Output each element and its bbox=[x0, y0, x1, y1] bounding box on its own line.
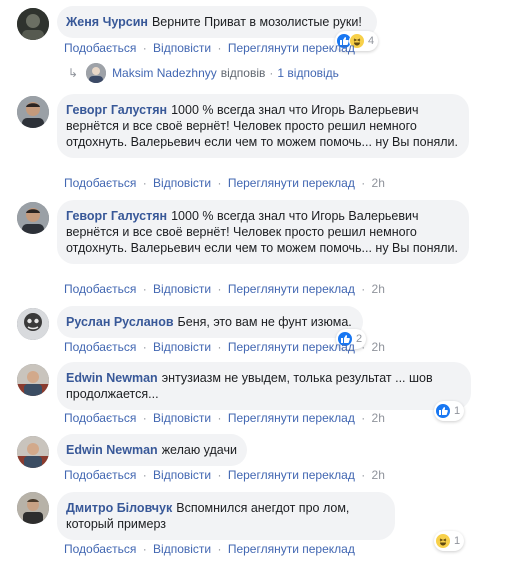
translate-link[interactable]: Переглянути переклад bbox=[228, 542, 355, 556]
like-link[interactable]: Подобається bbox=[64, 340, 136, 354]
comment-text: желаю удачи bbox=[161, 443, 237, 457]
reply-link[interactable]: Відповісти bbox=[153, 176, 211, 190]
comment-author[interactable]: Edwin Newman bbox=[66, 443, 158, 457]
comment-author[interactable]: Женя Чурсин bbox=[66, 15, 148, 29]
reply-verb: відповів bbox=[220, 66, 266, 80]
reactions-count: 4 bbox=[368, 35, 375, 47]
translate-link[interactable]: Переглянути переклад bbox=[228, 41, 355, 55]
comment-timestamp[interactable]: 2h bbox=[372, 340, 385, 354]
translate-link[interactable]: Переглянути переклад bbox=[228, 282, 355, 296]
comment: Edwin Newman энтузиазм не увыдем, толька … bbox=[0, 360, 508, 426]
comment-timestamp[interactable]: 2h bbox=[372, 282, 385, 296]
reactions-summary[interactable]: 1 bbox=[434, 401, 465, 421]
replies-count-link[interactable]: 1 відповідь bbox=[277, 66, 339, 80]
comment-actions: Подобається · Відповісти · Переглянути п… bbox=[64, 340, 385, 354]
comment-bubble: Edwin Newman энтузиазм не увыдем, толька … bbox=[57, 362, 471, 410]
avatar[interactable] bbox=[17, 492, 49, 524]
avatar[interactable] bbox=[17, 308, 49, 340]
comment-timestamp[interactable]: 2h bbox=[372, 468, 385, 482]
comment-text: Верните Приват в мозолистые руки! bbox=[151, 15, 362, 29]
reply-link[interactable]: Відповісти bbox=[153, 542, 211, 556]
comment: Руслан Русланов Беня, это вам не фунт изю… bbox=[0, 304, 508, 360]
reply-author[interactable]: Maksim Nadezhnyy bbox=[112, 66, 217, 80]
comment: Edwin Newman желаю удачи Подобається · Ві… bbox=[0, 432, 508, 484]
avatar[interactable] bbox=[17, 436, 49, 468]
comment: Геворг Галустян 1000 % всегда знал что Иг… bbox=[0, 198, 508, 298]
comment-actions: Подобається · Відповісти · Переглянути п… bbox=[64, 176, 385, 190]
comment-bubble: Edwin Newman желаю удачи bbox=[57, 434, 247, 466]
comment-timestamp[interactable]: 2h bbox=[372, 411, 385, 425]
translate-link[interactable]: Переглянути переклад bbox=[228, 468, 355, 482]
like-link[interactable]: Подобається bbox=[64, 411, 136, 425]
avatar[interactable] bbox=[17, 96, 49, 128]
reply-link[interactable]: Відповісти bbox=[153, 282, 211, 296]
comment-bubble: Геворг Галустян 1000 % всегда знал что Иг… bbox=[57, 94, 469, 158]
comment-bubble: Женя Чурсин Верните Приват в мозолистые р… bbox=[57, 6, 377, 38]
comment-author[interactable]: Геворг Галустян bbox=[66, 209, 167, 223]
replies-summary[interactable]: ↳ Maksim Nadezhnyy відповів · 1 відповід… bbox=[68, 63, 339, 83]
comment-actions: Подобається · Відповісти · Переглянути п… bbox=[64, 542, 355, 556]
like-link[interactable]: Подобається bbox=[64, 468, 136, 482]
comment: Женя Чурсин Верните Приват в мозолистые р… bbox=[0, 0, 508, 90]
reply-link[interactable]: Відповісти bbox=[153, 411, 211, 425]
reactions-count: 1 bbox=[454, 535, 461, 547]
avatar[interactable] bbox=[17, 202, 49, 234]
comment-author[interactable]: Геворг Галустян bbox=[66, 103, 167, 117]
comment: Геворг Галустян 1000 % всегда знал что Иг… bbox=[0, 92, 508, 192]
reactions-count: 1 bbox=[454, 405, 461, 417]
comment-text: Беня, это вам не фунт изюма. bbox=[177, 315, 352, 329]
like-link[interactable]: Подобається bbox=[64, 542, 136, 556]
comment-bubble: Руслан Русланов Беня, это вам не фунт изю… bbox=[57, 306, 363, 338]
like-link[interactable]: Подобається bbox=[64, 41, 136, 55]
like-link[interactable]: Подобається bbox=[64, 282, 136, 296]
avatar[interactable] bbox=[17, 364, 49, 396]
translate-link[interactable]: Переглянути переклад bbox=[228, 340, 355, 354]
comment-actions: Подобається · Відповісти · Переглянути п… bbox=[64, 282, 385, 296]
like-reaction-icon bbox=[435, 403, 451, 419]
reply-link[interactable]: Відповісти bbox=[153, 468, 211, 482]
reactions-summary[interactable]: 1 bbox=[434, 531, 465, 551]
comment-bubble: Дмитро Біловчук Вспомнился анегдот про ло… bbox=[57, 492, 395, 540]
comment: Дмитро Біловчук Вспомнился анегдот про ло… bbox=[0, 488, 508, 565]
comment-author[interactable]: Edwin Newman bbox=[66, 371, 158, 385]
comment-bubble: Геворг Галустян 1000 % всегда знал что Иг… bbox=[57, 200, 469, 264]
reply-arrow-icon: ↳ bbox=[68, 66, 79, 80]
comment-actions: Подобається · Відповісти · Переглянути п… bbox=[64, 468, 385, 482]
comment-author[interactable]: Руслан Русланов bbox=[66, 315, 174, 329]
comment-actions: Подобається · Відповісти · Переглянути п… bbox=[64, 411, 385, 425]
translate-link[interactable]: Переглянути переклад bbox=[228, 176, 355, 190]
translate-link[interactable]: Переглянути переклад bbox=[228, 411, 355, 425]
reply-link[interactable]: Відповісти bbox=[153, 41, 211, 55]
like-link[interactable]: Подобається bbox=[64, 176, 136, 190]
haha-reaction-icon bbox=[435, 533, 451, 549]
comment-actions: Подобається · Відповісти · Переглянути п… bbox=[64, 41, 355, 55]
avatar[interactable] bbox=[17, 8, 49, 40]
comment-timestamp[interactable]: 2h bbox=[372, 176, 385, 190]
reply-link[interactable]: Відповісти bbox=[153, 340, 211, 354]
comment-author[interactable]: Дмитро Біловчук bbox=[66, 501, 172, 515]
avatar bbox=[86, 63, 107, 83]
